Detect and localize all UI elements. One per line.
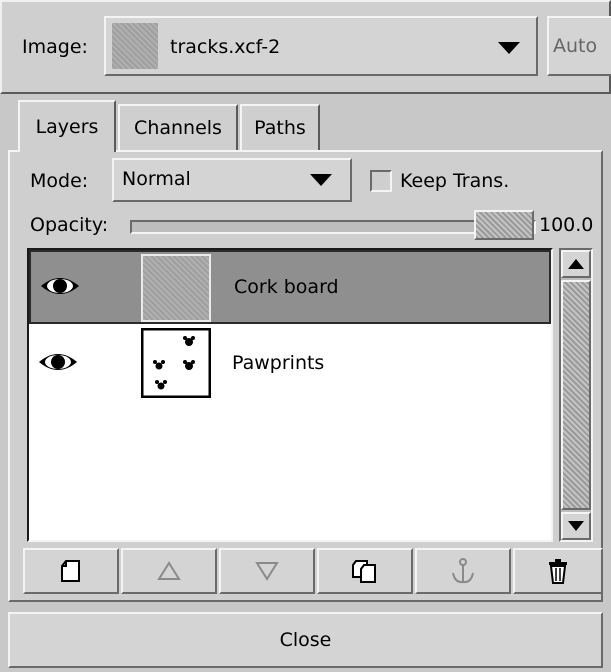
anchor-icon [452,558,474,584]
eye-icon[interactable] [37,348,79,376]
tab-paths-label: Paths [254,116,306,139]
raise-layer-button[interactable] [121,548,217,594]
eye-icon[interactable] [39,272,81,300]
tab-layers-label: Layers [35,115,99,138]
image-dropdown-value: tracks.xcf-2 [170,36,281,58]
chevron-down-icon [310,174,332,186]
triangle-up-icon [157,561,181,580]
keep-trans-checkbox[interactable] [370,170,392,192]
tab-channels[interactable]: Channels [118,104,238,150]
image-label: Image: [22,36,88,58]
pawprints-thumbnail [141,328,211,398]
lower-layer-button[interactable] [219,548,315,594]
auto-button[interactable]: Auto [547,16,611,76]
opacity-slider-handle[interactable] [474,210,534,240]
duplicate-layer-button[interactable] [317,548,413,594]
mode-dropdown-value: Normal [122,168,191,190]
tab-channels-label: Channels [134,116,222,139]
layers-scrollbar[interactable] [559,248,593,542]
mode-label: Mode: [30,170,89,192]
mode-dropdown[interactable]: Normal [112,158,352,202]
tab-layers[interactable]: Layers [18,100,116,152]
layer-name: Pawprints [232,352,325,374]
triangle-down-icon [568,521,584,531]
anchor-layer-button[interactable] [415,548,511,594]
image-dropdown[interactable]: tracks.xcf-2 [104,16,538,76]
layers-list: Cork board Pawprints [27,248,553,542]
opacity-label: Opacity: [30,214,109,236]
scroll-thumb[interactable] [561,280,591,510]
triangle-up-icon [568,259,584,269]
auto-button-label: Auto [553,34,598,57]
layer-row-cork-board[interactable]: Cork board [29,250,551,324]
new-layer-button[interactable] [23,548,119,594]
delete-layer-button[interactable] [513,548,603,594]
layer-name: Cork board [234,276,339,298]
scroll-down-button[interactable] [561,512,591,540]
triangle-down-icon [498,42,520,54]
close-button[interactable]: Close [8,612,603,668]
layer-row-pawprints[interactable]: Pawprints [29,326,551,400]
tab-paths[interactable]: Paths [240,104,320,150]
new-page-icon [61,560,80,582]
triangle-down-icon [255,562,279,581]
image-thumbnail [112,23,158,69]
keep-trans-label: Keep Trans. [400,170,510,192]
trash-icon [549,559,567,584]
scroll-up-button[interactable] [561,250,591,278]
opacity-value: 100.0 [539,214,594,236]
cork-board-thumbnail [141,254,211,322]
duplicate-icon [352,560,376,583]
close-button-label: Close [279,628,332,651]
